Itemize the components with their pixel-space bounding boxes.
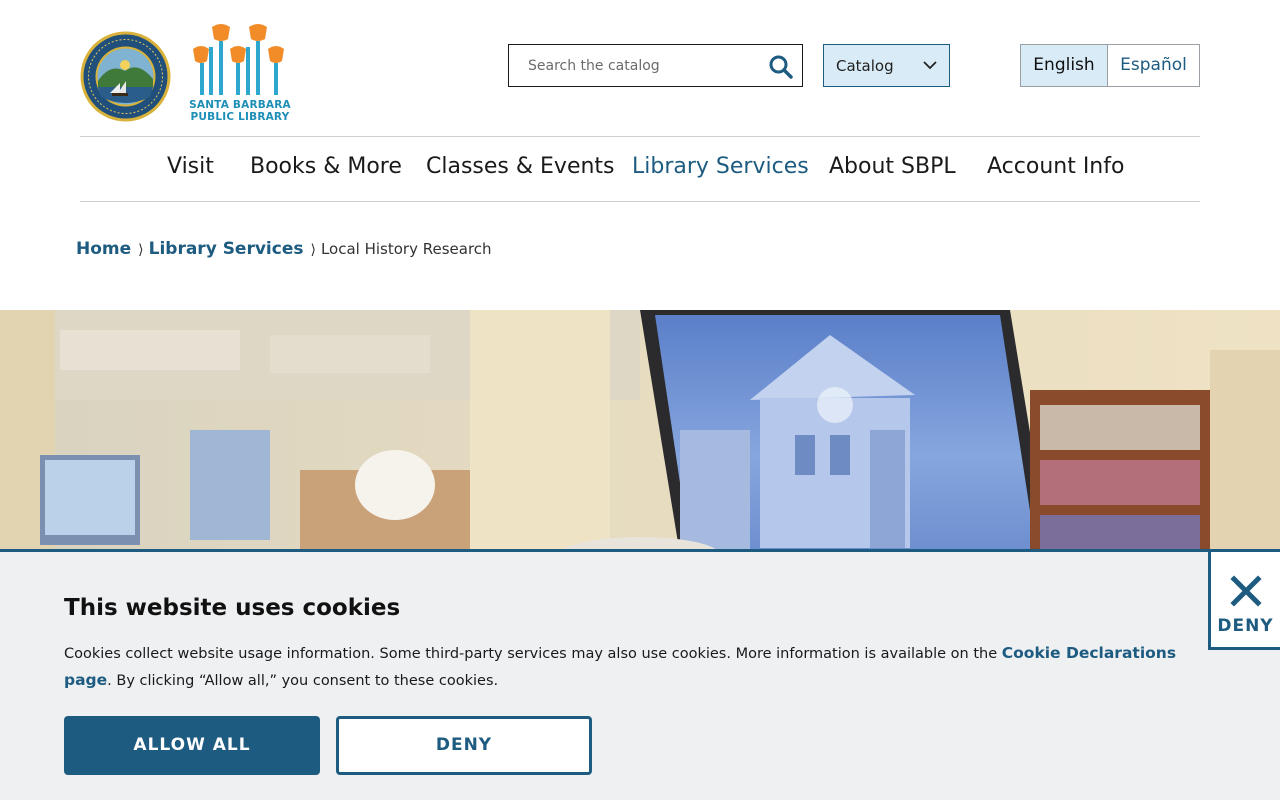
catalog-search [508, 44, 803, 87]
breadcrumb-separator: ⟩ [310, 242, 316, 258]
breadcrumb-home[interactable]: Home [76, 239, 131, 259]
breadcrumb: Home ⟩ Library Services ⟩ Local History Rese… [76, 239, 492, 261]
nav-item-visit[interactable]: Visit [167, 154, 214, 179]
site-header: SANTA BARBARA PUBLIC LIBRARY Catalog Eng… [0, 0, 1280, 136]
language-switcher: English Español [1020, 44, 1200, 87]
nav-item-about-sbpl[interactable]: About SBPL [829, 154, 956, 179]
breadcrumb-separator: ⟩ [138, 242, 144, 258]
cookie-banner: This website uses cookies Cookies collec… [0, 549, 1280, 800]
language-english[interactable]: English [1021, 45, 1108, 86]
main-navigation: Visit Books & More Classes & Events Libr… [80, 136, 1200, 202]
deny-button[interactable]: DENY [336, 716, 592, 775]
library-logo[interactable]: SANTA BARBARA PUBLIC LIBRARY [188, 23, 292, 123]
cookie-text-part-1: Cookies collect website usage informatio… [64, 646, 1002, 662]
close-icon [1230, 575, 1262, 607]
close-deny-label: DENY [1217, 616, 1274, 636]
logo-line-1: SANTA BARBARA [189, 99, 291, 111]
nav-item-account-info[interactable]: Account Info [987, 154, 1124, 179]
breadcrumb-library-services[interactable]: Library Services [149, 239, 304, 259]
search-icon[interactable] [768, 54, 794, 80]
cookie-banner-title: This website uses cookies [64, 595, 401, 621]
cookie-banner-text: Cookies collect website usage informatio… [64, 640, 1214, 694]
allow-all-button[interactable]: ALLOW ALL [64, 716, 320, 775]
hero-image [0, 310, 1280, 555]
language-espanol[interactable]: Español [1108, 45, 1199, 86]
close-deny-button[interactable]: DENY [1208, 549, 1280, 650]
nav-item-books-more[interactable]: Books & More [250, 154, 402, 179]
chevron-down-icon [923, 61, 937, 70]
city-seal-logo[interactable] [80, 31, 171, 122]
nav-item-library-services[interactable]: Library Services [632, 154, 809, 179]
library-logo-text: SANTA BARBARA PUBLIC LIBRARY [188, 99, 292, 123]
search-scope-select[interactable]: Catalog [823, 44, 950, 87]
cookie-text-part-2: . By clicking “Allow all,” you consent t… [107, 673, 499, 689]
breadcrumb-current: Local History Research [320, 240, 492, 258]
nav-item-classes-events[interactable]: Classes & Events [426, 154, 615, 179]
search-input[interactable] [509, 45, 759, 86]
search-scope-value: Catalog [836, 57, 894, 75]
logo-line-2: PUBLIC LIBRARY [190, 111, 290, 123]
